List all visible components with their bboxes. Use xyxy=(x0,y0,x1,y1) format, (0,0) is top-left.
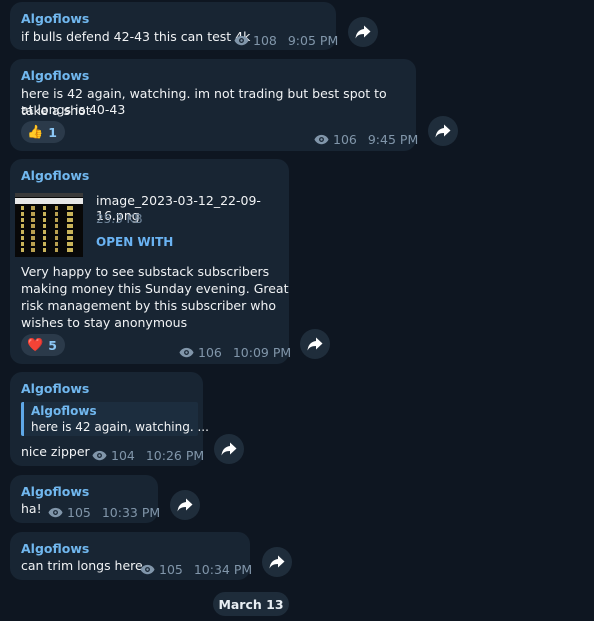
message-sender[interactable]: Algoflows xyxy=(21,11,89,26)
eye-icon xyxy=(314,134,329,145)
message-time: 10:09 PM xyxy=(232,345,292,360)
eye-icon xyxy=(92,450,107,461)
message-text-line: Very happy to see substack subscribers xyxy=(21,264,270,279)
message-time: 10:34 PM xyxy=(193,562,253,577)
forward-button[interactable] xyxy=(348,17,378,47)
message-sender[interactable]: Algoflows xyxy=(21,541,89,556)
eye-icon xyxy=(179,347,194,358)
message-meta: 105 10:33 PM xyxy=(48,505,160,520)
message-time: 9:45 PM xyxy=(367,132,419,147)
message-text: ha! xyxy=(21,501,42,516)
thumbs-up-icon: 👍 xyxy=(27,124,44,140)
reaction-count: 1 xyxy=(48,124,57,140)
view-count: 108 xyxy=(253,33,277,48)
eye-icon xyxy=(48,507,63,518)
message-meta: 106 10:09 PM xyxy=(179,345,291,360)
view-count: 106 xyxy=(333,132,357,147)
message-meta: 104 10:26 PM xyxy=(92,448,204,463)
forward-arrow-icon xyxy=(221,442,237,456)
forward-button[interactable] xyxy=(262,547,292,577)
reply-text: here is 42 again, watching. ... xyxy=(31,420,209,434)
forward-arrow-icon xyxy=(177,498,193,512)
spreadsheet-thumbnail-icon xyxy=(15,193,83,257)
image-thumbnail[interactable] xyxy=(15,193,83,257)
reaction-thumbs-up[interactable]: 👍 1 xyxy=(21,121,65,143)
message-meta: 108 9:05 PM xyxy=(234,33,338,48)
message-sender[interactable]: Algoflows xyxy=(21,168,89,183)
forward-button[interactable] xyxy=(428,116,458,146)
message-text-line: at longs is 40-43 xyxy=(21,102,126,117)
message-text-line: wishes to stay anonymous xyxy=(21,315,188,330)
message-bubble[interactable]: Algoflows image_2023-03-12_22-09-16.png … xyxy=(10,159,291,364)
view-count: 106 xyxy=(198,345,222,360)
forward-arrow-icon xyxy=(269,555,285,569)
forward-button[interactable] xyxy=(214,434,244,464)
reaction-heart[interactable]: ❤️ 5 xyxy=(21,334,65,356)
reaction-count: 5 xyxy=(48,337,57,353)
message-time: 9:05 PM xyxy=(287,33,339,48)
file-size: 25.3 KB xyxy=(96,212,143,226)
forward-button[interactable] xyxy=(300,329,330,359)
message-time: 10:26 PM xyxy=(145,448,205,463)
message-text: if bulls defend 42-43 this can test 4k xyxy=(21,29,251,44)
message-bubble[interactable]: Algoflows Algoflows here is 42 again, wa… xyxy=(10,372,209,466)
message-bubble[interactable]: Algoflows ha! 105 10:33 PM xyxy=(10,475,160,523)
message-meta: 105 10:34 PM xyxy=(140,562,252,577)
message-sender[interactable]: Algoflows xyxy=(21,484,89,499)
message-text: nice zipper xyxy=(21,444,90,459)
reply-quote[interactable]: Algoflows here is 42 again, watching. ..… xyxy=(21,402,209,436)
forward-arrow-icon xyxy=(307,337,323,351)
forward-button[interactable] xyxy=(170,490,200,520)
reply-sender: Algoflows xyxy=(31,404,97,418)
message-bubble[interactable]: Algoflows if bulls defend 42-43 this can… xyxy=(10,2,338,50)
view-count: 105 xyxy=(67,505,91,520)
date-separator: March 13 xyxy=(213,592,289,616)
view-count: 104 xyxy=(111,448,135,463)
view-count: 105 xyxy=(159,562,183,577)
message-text-line: risk management by this subscriber who xyxy=(21,298,277,313)
forward-arrow-icon xyxy=(355,25,371,39)
message-meta: 106 9:45 PM xyxy=(314,132,418,147)
message-sender[interactable]: Algoflows xyxy=(21,381,89,396)
heart-icon: ❤️ xyxy=(27,337,44,353)
eye-icon xyxy=(234,35,249,46)
message-text-line: making money this Sunday evening. Great xyxy=(21,281,289,296)
message-bubble[interactable]: Algoflows can trim longs here 105 10:34 … xyxy=(10,532,252,580)
open-with-link[interactable]: OPEN WITH xyxy=(96,235,173,249)
message-time: 10:33 PM xyxy=(101,505,161,520)
eye-icon xyxy=(140,564,155,575)
message-sender[interactable]: Algoflows xyxy=(21,68,89,83)
message-bubble[interactable]: Algoflows here is 42 again, watching. im… xyxy=(10,59,418,151)
forward-arrow-icon xyxy=(435,124,451,138)
message-text: can trim longs here xyxy=(21,558,143,573)
